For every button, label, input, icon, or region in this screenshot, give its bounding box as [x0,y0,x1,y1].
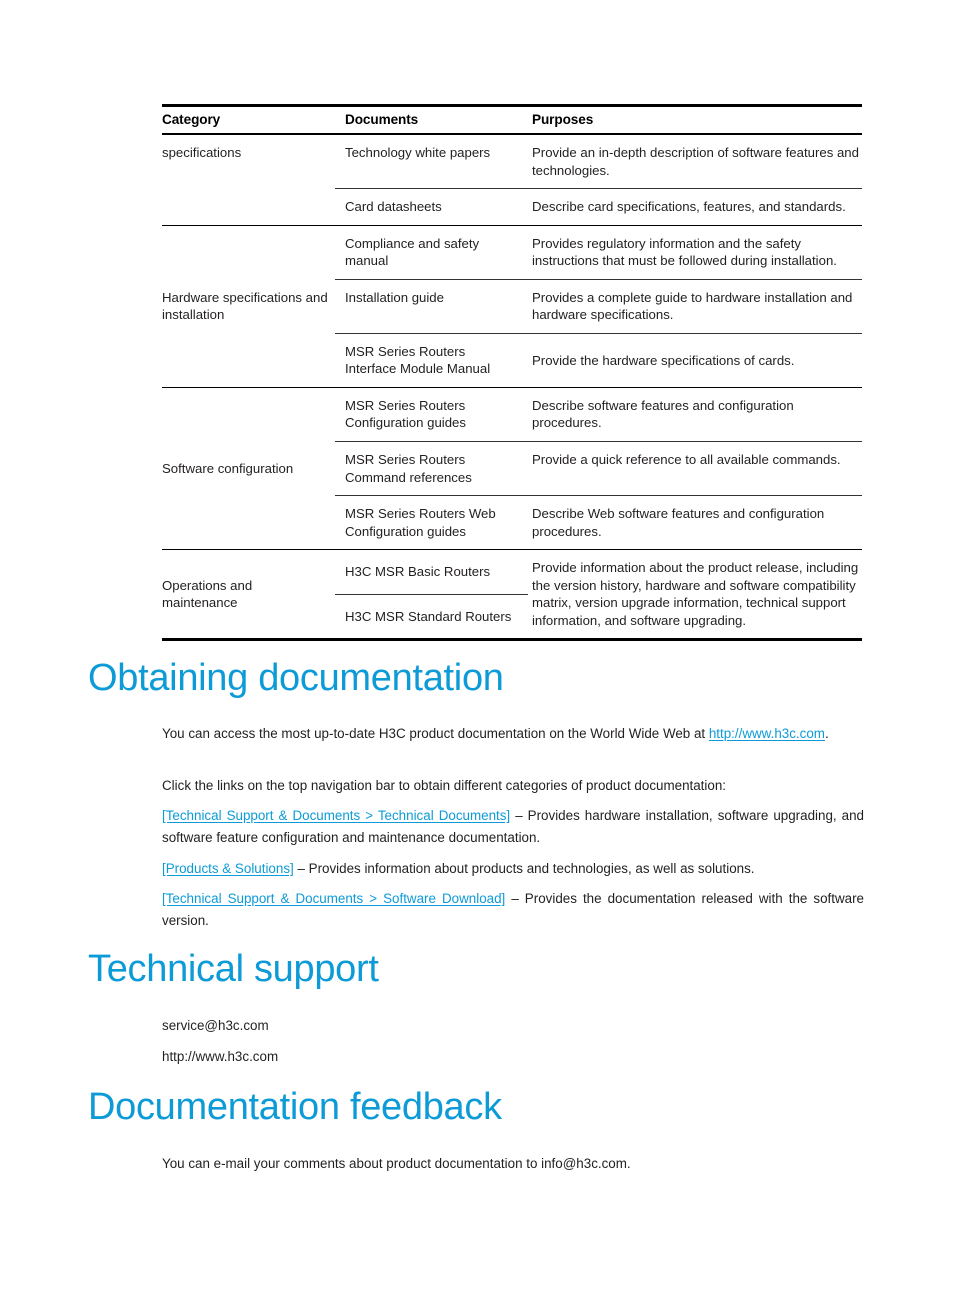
link-technical-documents[interactable]: [Technical Support & Documents > Technic… [162,808,510,823]
column-header-documents: Documents [335,104,528,135]
table-row: specifications Technology white papers P… [162,134,862,189]
heading-technical-support: Technical support [88,948,379,990]
table-body: specifications Technology white papers P… [162,134,862,642]
table-row: Operations and maintenance H3C MSR Basic… [162,549,862,639]
table-bottom-rule [528,637,862,642]
paragraph-click-links: Click the links on the top navigation ba… [162,778,726,793]
table-row: Hardware specifications and installation… [162,224,862,388]
cell-document: Technology white papers [345,145,491,160]
cell-purpose: Describe Web software features and confi… [528,495,862,550]
link-products-solutions[interactable]: [Products & Solutions] [162,861,294,876]
cell-document: Installation guide [335,278,528,334]
cell-purpose: Provide information about the product re… [528,549,862,639]
cell-category: Operations and maintenance [162,549,335,639]
cell-document: MSR Series Routers Configuration guides [335,386,528,442]
document-page: Category Documents Purposes specificatio… [0,0,954,1296]
cell-category: specifications [162,145,242,160]
support-website: http://www.h3c.com [162,1049,279,1064]
column-header-category: Category [162,104,335,135]
paragraph-software-download: [Technical Support & Documents > Softwar… [162,888,864,931]
intro-text-after: . [824,726,829,741]
cell-document: MSR Series Routers Interface Module Manu… [335,332,528,388]
table-header: Category Documents Purposes [162,104,862,135]
support-email: service@h3c.com [162,1018,269,1033]
table-header-row: Category Documents Purposes [162,104,862,135]
cell-document: H3C MSR Standard Routers [335,593,528,639]
paragraph-products-solutions: [Products & Solutions] – Provides inform… [162,858,864,880]
paragraph-feedback: You can e-mail your comments about produ… [162,1156,631,1171]
paragraph-intro: You can access the most up-to-date H3C p… [162,723,864,745]
cell-purpose: Provides regulatory information and the … [528,224,862,280]
cell-category: Hardware specifications and installation [162,224,335,388]
column-header-purposes: Purposes [528,104,862,135]
paragraph-technical-documents: [Technical Support & Documents > Technic… [162,805,864,848]
heading-obtaining-documentation: Obtaining documentation [88,657,504,699]
cell-purpose: Provide the hardware specifications of c… [528,332,862,388]
cell-category: Software configuration [162,386,335,550]
cell-document: Card datasheets [335,188,528,226]
cell-purpose: Describe card specifications, features, … [528,188,862,226]
link-h3c-website[interactable]: http://www.h3c.com [709,726,825,741]
cell-document: MSR Series Routers Command references [335,441,528,496]
cell-document: H3C MSR Basic Routers [335,549,528,595]
table-row: Software configuration MSR Series Router… [162,386,862,550]
table-bottom-rule [335,637,528,642]
products-solutions-description: – Provides information about products an… [293,861,755,876]
cell-purpose: Describe software features and configura… [528,386,862,442]
cell-document: Compliance and safety manual [335,224,528,280]
table-bottom-rule [162,637,335,642]
intro-text-before: You can access the most up-to-date H3C p… [162,726,709,741]
heading-documentation-feedback: Documentation feedback [88,1086,502,1128]
table-bottom-rule-row [162,637,862,642]
link-software-download[interactable]: [Technical Support & Documents > Softwar… [162,891,505,906]
cell-purpose: Provide an in-depth description of softw… [532,145,859,178]
cell-purpose: Provides a complete guide to hardware in… [528,278,862,334]
cell-purpose: Provide a quick reference to all availab… [528,441,862,496]
cell-document: MSR Series Routers Web Configuration gui… [335,495,528,550]
documentation-table: Category Documents Purposes specificatio… [162,104,862,642]
